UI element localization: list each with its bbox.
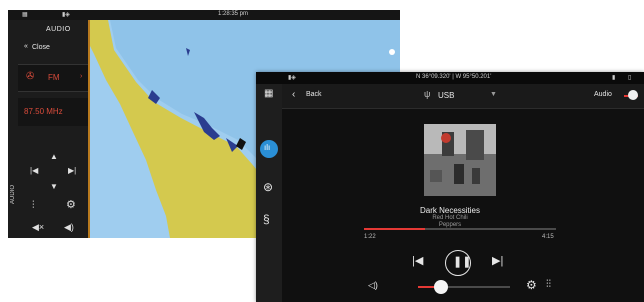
volume-icon[interactable]: ◀)	[64, 222, 74, 233]
frequency-display: 87.50 MHz	[18, 98, 88, 126]
previous-track-icon[interactable]: |◀	[412, 254, 423, 267]
signal-icon: ▮◈	[288, 75, 296, 81]
audio-player-screen: ▮◈ N 36°09.320' | W 95°50.201' ▮ ▯ ‹ Bac…	[256, 72, 644, 302]
equalizer-icon[interactable]: ılı	[260, 140, 278, 158]
gear-icon[interactable]: ⚙	[526, 278, 537, 292]
progress-fill	[364, 228, 426, 230]
seek-back-icon[interactable]: |◀	[30, 166, 38, 175]
audio-label: Audio	[594, 91, 612, 98]
seek-forward-icon[interactable]: ▶|	[68, 166, 76, 175]
pause-icon: ❚❚	[453, 256, 472, 268]
tune-down-icon[interactable]: ▼	[50, 182, 58, 191]
volume-knob[interactable]	[434, 280, 448, 294]
double-chevron-left-icon: «	[24, 43, 28, 50]
source-selector[interactable]: ✇ FM ›	[18, 64, 88, 92]
sidebar: ▦ ılı ⊛ §	[256, 84, 282, 302]
plotter-status-bar: ▦ ▮◈ 1:28:35 pm	[8, 10, 400, 20]
grid-icon[interactable]: ▦	[264, 88, 273, 99]
position-readout: N 36°09.320' | W 95°50.201'	[416, 74, 492, 80]
header-bar: ‹ Back ψ USB ▼ Audio	[256, 84, 644, 109]
status-bar: ▮◈ N 36°09.320' | W 95°50.201' ▮ ▯	[256, 72, 644, 84]
usb-icon: ψ	[424, 89, 431, 99]
chevron-left-icon: ‹	[292, 89, 296, 100]
sliders-icon[interactable]: ⫶	[32, 200, 35, 211]
pause-button[interactable]: ❚❚	[445, 250, 471, 276]
clock-text: 1:28:35 pm	[218, 11, 249, 17]
grid-icon[interactable]: ▦	[22, 11, 28, 18]
tune-up-icon[interactable]: ▲	[50, 152, 58, 161]
battery-icon: ▮	[612, 75, 616, 81]
audio-panel: AUDIO « Close ✇ FM › 87.50 MHz AUDIO ▲ ▼…	[8, 20, 90, 238]
volume-slider[interactable]	[418, 280, 510, 294]
back-label: Back	[306, 91, 322, 98]
chevron-down-icon: ▼	[490, 91, 497, 98]
phone-icon: ▯	[628, 75, 632, 81]
album-art	[424, 124, 496, 196]
steering-wheel-icon[interactable]: ⊛	[263, 180, 273, 194]
sliders-icon[interactable]: ⫶⫶	[546, 279, 551, 290]
frequency-text: 87.50 MHz	[24, 107, 63, 116]
track-title: Dark Necessities	[419, 206, 480, 215]
progress-bar[interactable]	[364, 228, 556, 230]
back-button[interactable]: ‹ Back	[292, 89, 342, 103]
signal-icon: ▮◈	[62, 12, 70, 18]
audio-panel-title: AUDIO	[46, 26, 71, 33]
elapsed-time: 1:22	[364, 234, 376, 240]
audio-side-label: AUDIO	[10, 185, 16, 205]
total-time: 4:15	[542, 234, 554, 240]
source-label: USB	[438, 91, 455, 100]
close-button[interactable]: « Close	[24, 40, 86, 54]
chevron-right-icon: ›	[80, 73, 83, 80]
gear-icon[interactable]: ⚙	[66, 198, 76, 211]
close-label: Close	[32, 44, 50, 51]
mute-icon[interactable]: ◀×	[32, 222, 44, 233]
speaker-icon[interactable]: ◁)	[368, 280, 378, 291]
source-label: FM	[48, 73, 60, 82]
track-artist: Red Hot Chili	[432, 215, 468, 221]
radio-tower-icon: ✇	[26, 71, 35, 82]
next-track-icon[interactable]: ▶|	[492, 254, 503, 267]
source-dropdown[interactable]: ψ USB ▼	[424, 88, 500, 104]
audio-toggle[interactable]	[624, 90, 638, 102]
